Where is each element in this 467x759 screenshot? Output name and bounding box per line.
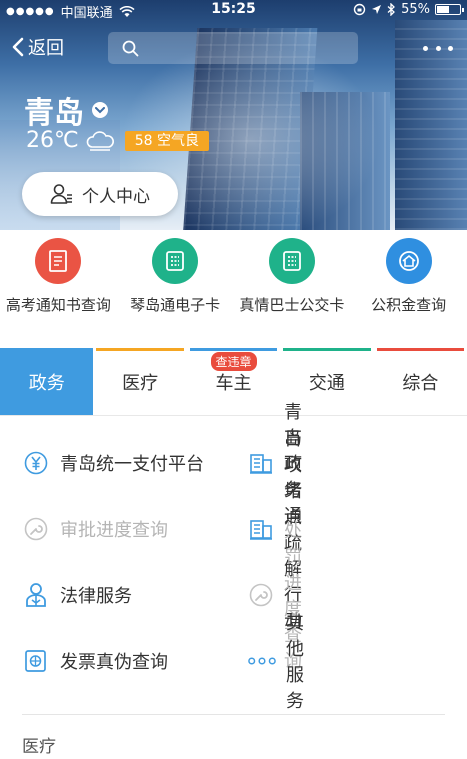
orientation-lock-icon bbox=[353, 3, 366, 16]
tab-government[interactable]: 政务 bbox=[0, 348, 94, 415]
chevron-left-icon bbox=[12, 37, 24, 57]
user-icon bbox=[50, 184, 72, 204]
tab-label: 车主 bbox=[215, 372, 252, 394]
service-label: 其他服务 bbox=[286, 613, 304, 712]
service-gov-app[interactable]: 青岛政务通 bbox=[0, 402, 302, 527]
violation-badge: 查违章 bbox=[210, 352, 257, 371]
more-dots-icon bbox=[248, 647, 276, 675]
quick-service-qindaotong[interactable]: 琴岛通电子卡 bbox=[117, 236, 234, 336]
back-button[interactable]: 返回 bbox=[12, 34, 64, 60]
bus-card-icon bbox=[268, 238, 315, 284]
tab-label: 交通 bbox=[308, 372, 345, 394]
tab-general[interactable]: 综合 bbox=[374, 348, 467, 415]
more-dot-icon bbox=[435, 45, 441, 51]
building-icon bbox=[248, 515, 274, 543]
air-quality-badge: 58 空气良 bbox=[124, 130, 209, 151]
tab-car-owner[interactable]: 查违章 车主 bbox=[187, 348, 280, 415]
service-grid: 青岛统一支付平台 青岛政务通 审批进度查询 百项堵点疏解行动 法律服务 处罚进度… bbox=[0, 402, 467, 712]
search-input[interactable] bbox=[146, 32, 346, 64]
personal-center-label: 个人中心 bbox=[82, 186, 150, 207]
section-divider bbox=[22, 714, 445, 715]
battery-icon bbox=[435, 4, 464, 15]
weather-info: 26℃ 58 空气良 bbox=[26, 128, 209, 153]
temperature: 26℃ bbox=[26, 128, 79, 153]
quick-service-label: 琴岛通电子卡 bbox=[130, 296, 221, 314]
bluetooth-icon bbox=[387, 3, 396, 16]
battery-percent: 55% bbox=[401, 2, 430, 17]
quick-service-gaokao[interactable]: 高考通知书查询 bbox=[0, 236, 117, 336]
cloud-weather-icon bbox=[86, 130, 114, 151]
document-icon bbox=[35, 238, 82, 284]
search-bar[interactable] bbox=[108, 32, 358, 64]
quick-service-housing-fund[interactable]: 公积金查询 bbox=[350, 236, 467, 336]
quick-services: 高考通知书查询 琴岛通电子卡 真情巴士公交卡 公积金查询 bbox=[0, 236, 467, 336]
city-name: 青岛 bbox=[24, 96, 84, 131]
quick-service-label: 真情巴士公交卡 bbox=[239, 296, 345, 314]
card-icon bbox=[152, 238, 199, 284]
city-selector[interactable]: 青岛 bbox=[24, 88, 108, 132]
tab-medical[interactable]: 医疗 bbox=[93, 348, 186, 415]
quick-service-bus-card[interactable]: 真情巴士公交卡 bbox=[234, 236, 351, 336]
service-other[interactable]: 其他服务 bbox=[0, 613, 304, 712]
quick-service-label: 高考通知书查询 bbox=[5, 296, 111, 314]
location-arrow-icon bbox=[372, 5, 382, 14]
service-bottleneck-action[interactable]: 百项堵点疏解行动 bbox=[0, 429, 302, 632]
chevron-down-icon bbox=[92, 102, 108, 118]
status-bar: ●●●●● 中国联通 15:25 55% bbox=[0, 0, 467, 21]
house-fund-icon bbox=[385, 238, 432, 284]
personal-center-button[interactable]: 个人中心 bbox=[22, 172, 178, 216]
building-icon bbox=[248, 449, 274, 477]
back-label: 返回 bbox=[28, 38, 64, 59]
quick-service-label: 公积金查询 bbox=[371, 296, 447, 314]
search-icon bbox=[122, 40, 139, 57]
wrench-icon bbox=[248, 581, 274, 609]
more-dot-icon bbox=[448, 45, 453, 51]
tab-label: 政务 bbox=[28, 372, 65, 394]
section-title-medical: 医疗 bbox=[22, 737, 56, 757]
tab-label: 综合 bbox=[402, 372, 439, 394]
more-dot-icon bbox=[423, 45, 428, 51]
category-tabs: 政务 医疗 查违章 车主 交通 综合 bbox=[0, 348, 467, 416]
more-options-button[interactable] bbox=[423, 36, 453, 60]
tab-label: 医疗 bbox=[122, 372, 159, 394]
service-penalty-progress[interactable]: 处罚进度查询 bbox=[0, 521, 302, 672]
nav-bar: 返回 bbox=[0, 28, 467, 68]
